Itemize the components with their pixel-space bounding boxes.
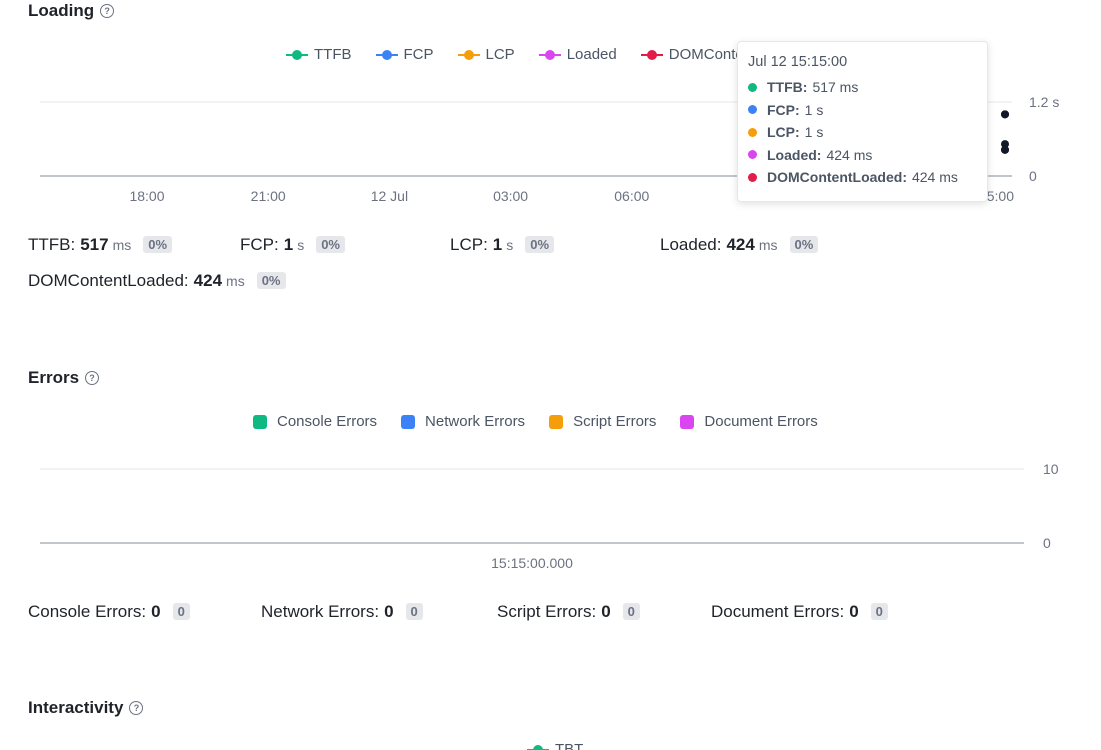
y-tick-label: 10 <box>1043 461 1059 477</box>
interactivity-section-title: Interactivity ? <box>28 698 144 718</box>
legend-item-tbt[interactable]: TBT <box>527 741 583 750</box>
help-icon[interactable]: ? <box>129 701 144 715</box>
stat-label: Network Errors: <box>261 602 380 621</box>
legend-label: TBT <box>555 741 584 750</box>
stat-label: Console Errors: <box>28 602 147 621</box>
stat-value: 0 <box>849 602 859 621</box>
stat-label: Script Errors: <box>497 602 597 621</box>
stat-console-errors: Console Errors: 0 0 <box>28 602 190 622</box>
change-badge: 0 <box>405 603 423 620</box>
change-badge: 0 <box>870 603 888 620</box>
errors-chart: 10 0 15:15:00.000 <box>40 461 1059 571</box>
stat-document-errors: Document Errors: 0 0 <box>711 602 888 622</box>
change-badge: 0 <box>622 603 640 620</box>
interactivity-title: Interactivity <box>28 698 124 717</box>
stat-network-errors: Network Errors: 0 0 <box>261 602 423 622</box>
x-tick-label: 15:15:00.000 <box>491 555 573 571</box>
stat-value: 0 <box>601 602 611 621</box>
y-tick-label: 0 <box>1043 535 1051 551</box>
stat-value: 0 <box>384 602 394 621</box>
legend-swatch <box>527 744 549 750</box>
stat-script-errors: Script Errors: 0 0 <box>497 602 640 622</box>
stat-label: Document Errors: <box>711 602 845 621</box>
stat-value: 0 <box>151 602 161 621</box>
change-badge: 0 <box>172 603 190 620</box>
interactivity-legend: TBT <box>527 741 583 750</box>
